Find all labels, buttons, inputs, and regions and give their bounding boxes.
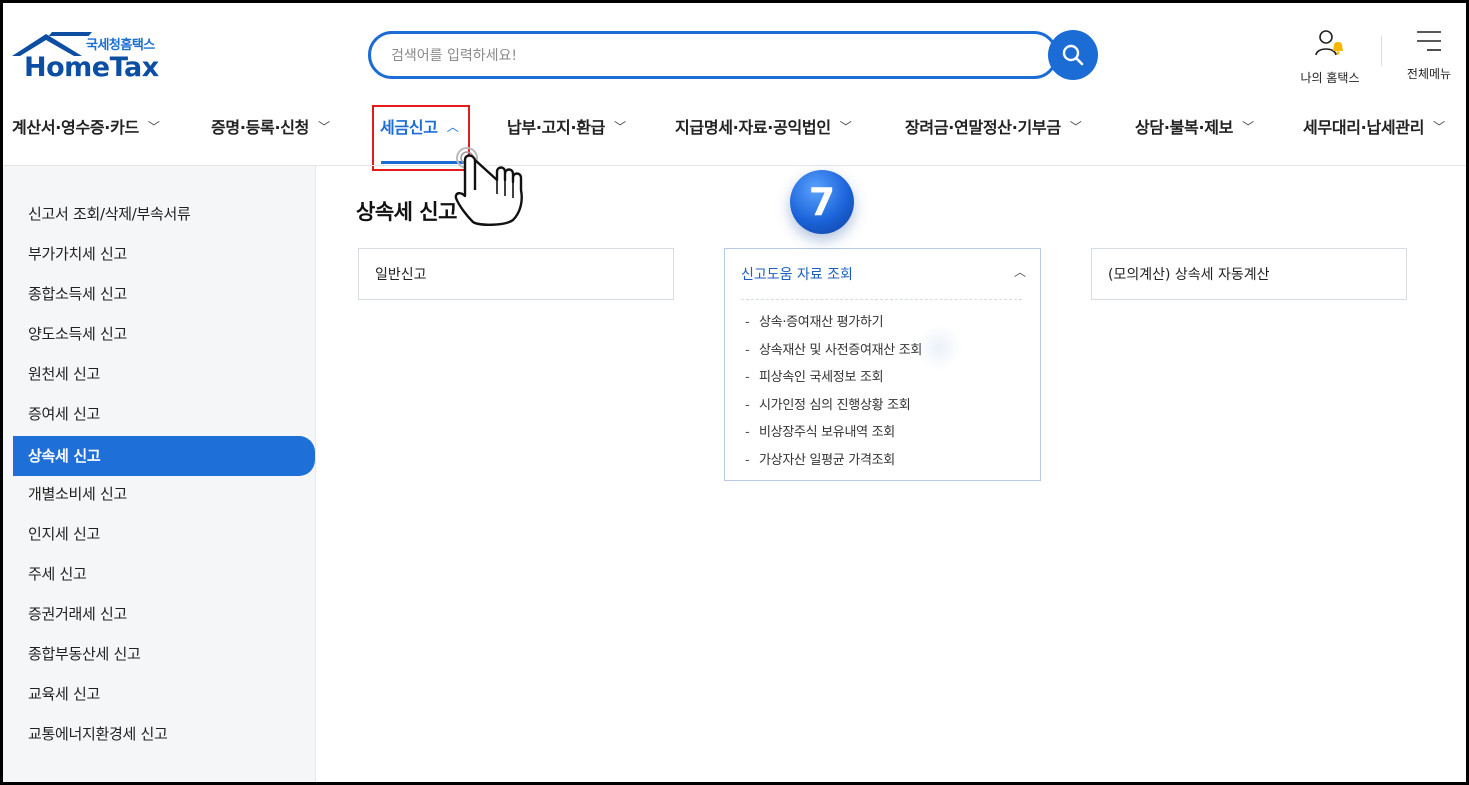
sidebar-item-education-tax[interactable]: 교육세 신고 (13, 674, 315, 714)
sidebar-item-transport-tax[interactable]: 교통에너지환경세 신고 (13, 714, 315, 754)
gnb-item-certificates[interactable]: 증명·등록·신청 ﹀ (211, 114, 330, 138)
sidebar-item-liquor-tax[interactable]: 주세 신고 (13, 554, 315, 594)
search-input[interactable] (391, 45, 1011, 67)
global-nav: 계산서·영수증·카드 ﹀ 증명·등록·신청 ﹀ 세금신고 ︿ 납부·고지·환급 ﹀ 지급… (0, 106, 1469, 146)
chevron-down-icon: ﹀ (147, 119, 160, 134)
dash-bullet: - (745, 370, 750, 385)
list-item[interactable]: - 상속재산 및 사전증여재산 조회 (745, 339, 922, 367)
list-item[interactable]: - 시가인정 심의 진행상황 조회 (745, 394, 922, 422)
util-divider (1381, 36, 1382, 66)
list-item[interactable]: - 비상장주식 보유내역 조회 (745, 421, 922, 449)
sidebar-item-inheritance-tax[interactable]: 상속세 신고 (13, 436, 315, 476)
mock-calc-card[interactable]: (모의계산) 상속세 자동계산 (1091, 248, 1407, 300)
chevron-down-icon: ﹀ (1242, 119, 1254, 134)
dash-bullet: - (745, 315, 750, 330)
sidebar-item-vat[interactable]: 부가가치세 신고 (13, 234, 315, 274)
logo-wordmark: HomeTax (24, 52, 159, 83)
step-number-badge: 7 (790, 170, 854, 234)
list-item-label: 상속재산 및 사전증여재산 조회 (759, 342, 923, 358)
my-hometax-user-bell-icon (1315, 30, 1343, 56)
search-icon (1062, 44, 1084, 66)
gnb-item-label: 지급명세·자료·공익법인 (675, 118, 831, 137)
chevron-down-icon: ﹀ (318, 119, 330, 134)
sidebar-item-stamp-tax[interactable]: 인지세 신고 (13, 514, 315, 554)
chevron-down-icon: ﹀ (1433, 119, 1445, 134)
dash-bullet: - (745, 397, 750, 413)
list-item-label: 비상장주식 보유내역 조회 (759, 425, 895, 440)
gnb-item-tax-agent[interactable]: 세무대리·납세관리 ﹀ (1303, 114, 1445, 138)
sidebar-item-property-tax[interactable]: 종합부동산세 신고 (13, 634, 315, 674)
list-item-label: 상속·증여재산 평가하기 (759, 315, 884, 330)
card-title: (모의계산) 상속세 자동계산 (1108, 267, 1270, 283)
chevron-up-icon[interactable]: ︿ (1014, 263, 1026, 280)
all-menu-label: 전체메뉴 (1406, 67, 1452, 81)
sidebar-item-gift-tax[interactable]: 증여세 신고 (13, 394, 315, 434)
tutorial-highlight-box (372, 105, 470, 171)
sidebar-item-capital-gains[interactable]: 양도소득세 신고 (13, 314, 315, 354)
gnb-item-payment-statements[interactable]: 지급명세·자료·공익법인 ﹀ (675, 114, 852, 138)
dash-bullet: - (745, 342, 750, 358)
chevron-down-icon: ﹀ (1069, 119, 1082, 134)
gnb-item-label: 계산서·영수증·카드 (12, 118, 139, 137)
logo-subtitle: 국세청홈택스 (86, 38, 155, 53)
gnb-item-incentives[interactable]: 장려금·연말정산·기부금 ﹀ (905, 114, 1082, 138)
list-item-label: 가상자산 일평균 가격조회 (759, 452, 895, 468)
sidebar-item-return-lookup[interactable]: 신고서 조회/삭제/부속서류 (13, 194, 315, 234)
page-title: 상속세 신고 (356, 200, 457, 224)
sidebar-item-income-tax[interactable]: 종합소득세 신고 (13, 274, 315, 314)
hometax-logo[interactable]: 국세청홈택스 HomeTax (12, 32, 172, 84)
all-menu-button[interactable]: 전체메뉴 (1400, 28, 1458, 82)
gnb-item-payment[interactable]: 납부·고지·환급 ﹀ (507, 114, 626, 138)
filing-help-list: - 상속·증여재산 평가하기 - 상속재산 및 사전증여재산 조회 - 피상속인 국세… (745, 311, 922, 476)
list-item-label: 시가인정 심의 진행상황 조회 (759, 397, 911, 413)
dash-bullet: - (745, 452, 750, 468)
my-hometax-button[interactable]: 나의 홈택스 (1296, 28, 1364, 86)
card-title[interactable]: 신고도움 자료 조회 (741, 264, 853, 284)
gnb-item-label: 장려금·연말정산·기부금 (905, 118, 1061, 137)
chevron-down-icon: ﹀ (614, 119, 626, 134)
filing-help-card: 신고도움 자료 조회 ︿ - 상속·증여재산 평가하기 - 상속재산 및 사전증여재… (724, 248, 1041, 481)
card-divider (741, 299, 1022, 300)
loading-ghost (916, 324, 962, 370)
sidebar-item-withholding[interactable]: 원천세 신고 (13, 354, 315, 394)
gnb-item-receipts[interactable]: 계산서·영수증·카드 ﹀ (12, 114, 160, 138)
general-filing-card[interactable]: 일반신고 (358, 248, 674, 300)
sidebar-item-securities-tax[interactable]: 증권거래세 신고 (13, 594, 315, 634)
card-title: 일반신고 (375, 267, 427, 283)
gnb-item-label: 세무대리·납세관리 (1303, 118, 1425, 137)
list-item[interactable]: - 상속·증여재산 평가하기 (745, 311, 922, 339)
gnb-item-label: 납부·고지·환급 (507, 118, 606, 137)
sidebar: 신고서 조회/삭제/부속서류 부가가치세 신고 종합소득세 신고 양도소득세 신… (0, 166, 316, 785)
list-item-label: 피상속인 국세정보 조회 (759, 370, 884, 385)
dash-bullet: - (745, 425, 750, 440)
list-item[interactable]: - 피상속인 국세정보 조회 (745, 366, 922, 394)
list-item[interactable]: - 가상자산 일평균 가격조회 (745, 449, 922, 477)
all-menu-hamburger-icon (1417, 31, 1441, 51)
my-hometax-label: 나의 홈택스 (1300, 71, 1360, 85)
sidebar-item-excise-tax[interactable]: 개별소비세 신고 (13, 474, 315, 514)
gnb-item-consultation[interactable]: 상담·불복·제보 ﹀ (1135, 114, 1254, 138)
chevron-down-icon: ﹀ (839, 119, 852, 134)
search-button[interactable] (1048, 30, 1098, 80)
gnb-item-label: 증명·등록·신청 (211, 118, 310, 137)
gnb-item-label: 상담·불복·제보 (1135, 118, 1234, 137)
search-box (368, 31, 1058, 79)
